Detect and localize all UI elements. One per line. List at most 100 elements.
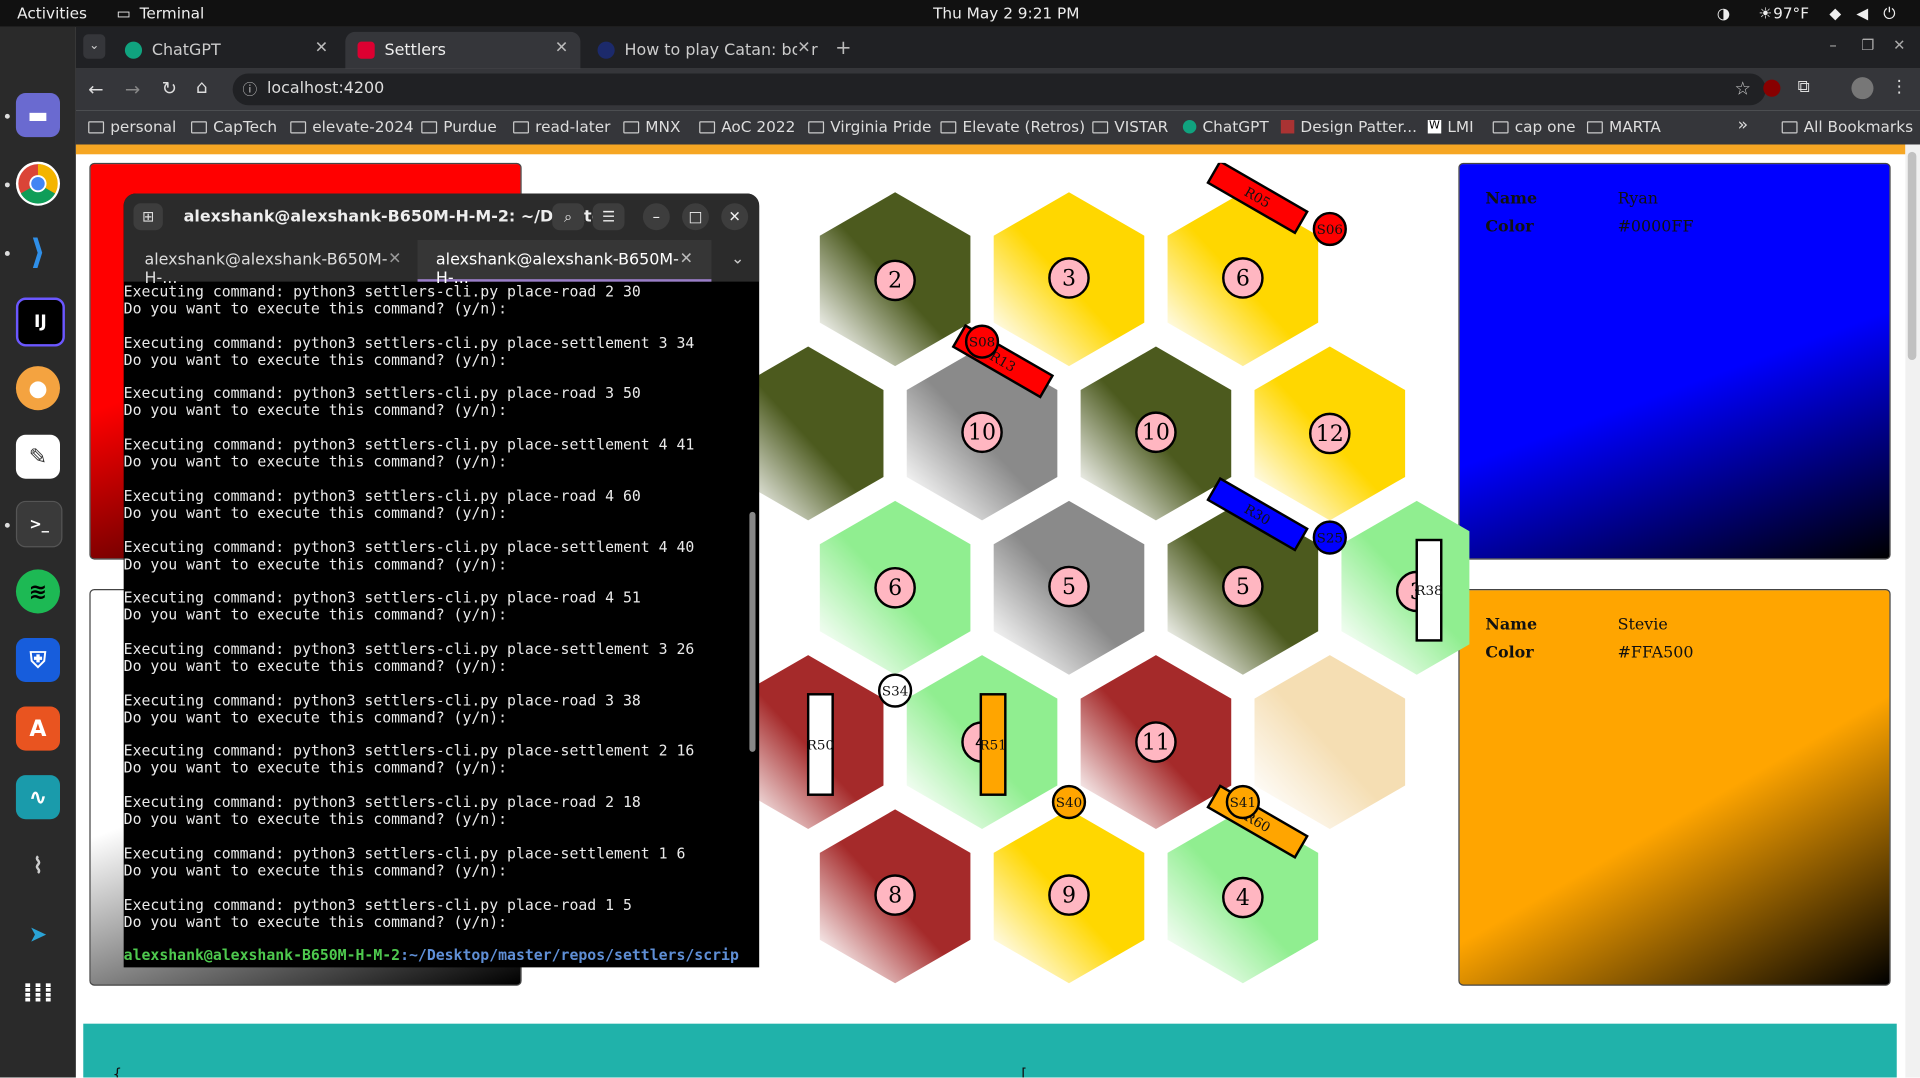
bookmark-item[interactable]: Purdue — [421, 118, 497, 136]
vscode-icon[interactable]: ⟩ — [16, 229, 60, 273]
bookmark-item[interactable]: Elevate (Retros) — [940, 118, 1085, 136]
intellij-icon[interactable]: IJ — [15, 297, 65, 347]
road[interactable]: R50 — [807, 693, 834, 796]
search-icon[interactable]: ⌕ — [552, 203, 585, 231]
number-token-label: 8 — [888, 883, 902, 908]
bookmark-star-icon[interactable]: ☆ — [1735, 77, 1751, 99]
maximize-icon[interactable]: □ — [682, 203, 709, 231]
restore-icon[interactable]: ❐ — [1861, 37, 1874, 54]
power-icon[interactable]: ⏻ — [1883, 4, 1895, 24]
tab-settlers[interactable]: Settlers ✕ — [345, 31, 581, 69]
tab-search-icon[interactable]: ⌄ — [83, 34, 106, 59]
app-center-icon[interactable]: A — [15, 706, 61, 751]
gimp-icon[interactable]: ✎ — [15, 434, 61, 479]
all-bookmarks[interactable]: All Bookmarks — [1781, 118, 1913, 136]
close-icon[interactable]: ✕ — [797, 39, 811, 58]
wifi-icon[interactable]: ◆ — [1829, 4, 1841, 22]
app-menu[interactable]: Terminal — [140, 4, 205, 22]
close-icon[interactable]: ✕ — [680, 250, 693, 268]
page-scrollbar[interactable] — [1905, 144, 1920, 1078]
bookmark-item[interactable]: Virginia Pride — [808, 118, 931, 136]
site-info-icon[interactable]: ⓘ — [242, 78, 257, 99]
close-icon[interactable]: ✕ — [315, 39, 328, 57]
back-icon[interactable]: ← — [88, 78, 103, 100]
forward-icon[interactable]: → — [125, 78, 140, 100]
spotify-icon[interactable]: ≋ — [15, 569, 61, 614]
new-tab-icon[interactable]: ⊞ — [133, 203, 163, 231]
bookmark-item[interactable]: ChatGPT — [1182, 118, 1269, 136]
monitor-icon[interactable]: ∿ — [15, 775, 61, 820]
activities-button[interactable]: Activities — [17, 4, 87, 22]
bookmarks-overflow-icon[interactable]: » — [1738, 115, 1749, 135]
terminal-tab-label: alexshank@alexshank-B650M-H-... — [435, 251, 679, 288]
terminal-scrollbar[interactable] — [749, 511, 756, 752]
minimize-icon[interactable]: – — [642, 203, 670, 231]
remmina-icon[interactable]: ➤ — [16, 912, 60, 956]
new-tab-icon[interactable]: + — [835, 36, 851, 59]
address-bar[interactable]: ⓘ localhost:4200 ☆ — [232, 73, 1766, 106]
folder-icon — [1781, 120, 1798, 133]
tab-chatgpt[interactable]: ChatGPT ✕ — [113, 32, 341, 69]
files-icon[interactable]: ▬ — [15, 93, 61, 138]
reload-icon[interactable]: ↻ — [162, 77, 177, 99]
tab-label: How to play Catan: boar — [624, 41, 818, 60]
hamburger-menu-icon[interactable]: ☰ — [592, 203, 625, 231]
volume-icon[interactable]: ◀ — [1856, 4, 1868, 22]
bookmark-item[interactable]: VISTAR — [1092, 118, 1168, 136]
road[interactable]: R38 — [1415, 538, 1443, 642]
scrollbar-thumb[interactable] — [1907, 151, 1917, 361]
name-label: Name — [1485, 615, 1538, 635]
terminal-line: Executing command: python3 settlers-cli.… — [123, 793, 641, 811]
terminal-tab-active[interactable]: alexshank@alexshank-B650M-H-... ✕ — [417, 240, 712, 288]
terminal-line: Executing command: python3 settlers-cli.… — [123, 589, 641, 607]
player-color: #0000FF — [1617, 217, 1694, 237]
terminal-dock-icon[interactable]: >_ — [15, 500, 63, 548]
clock[interactable]: Thu May 2 9:21 PM — [933, 4, 1079, 22]
profile-avatar[interactable] — [1851, 77, 1874, 100]
bookmarks-bar: personal CapTech elevate-2024 Purdue rea… — [75, 110, 1920, 146]
bookmark-item[interactable]: W LMI — [1427, 118, 1474, 136]
postman-icon[interactable]: ● — [15, 366, 61, 411]
folder-icon — [699, 120, 716, 133]
close-icon[interactable]: ✕ — [555, 39, 568, 57]
bookmark-item[interactable]: MNX — [623, 118, 680, 136]
bookmark-item[interactable]: cap one — [1492, 118, 1576, 136]
minimize-icon[interactable]: – — [1829, 37, 1836, 54]
terminal-line: Do you want to execute this command? (y/… — [123, 912, 508, 931]
terminal-line: Do you want to execute this command? (y/… — [123, 504, 508, 522]
bookmark-item[interactable]: personal — [88, 118, 176, 136]
extensions-icon[interactable]: ⧉ — [1798, 77, 1810, 97]
tab-list-icon[interactable]: ⌄ — [731, 250, 744, 268]
ublock-icon[interactable] — [1763, 79, 1781, 97]
menu-icon[interactable]: ⋮ — [1891, 77, 1908, 97]
road-label: R50 — [807, 738, 834, 753]
bookmark-item[interactable]: AoC 2022 — [699, 118, 795, 136]
bookmark-item[interactable]: read-later — [513, 118, 610, 136]
bookmark-item[interactable]: CapTech — [191, 118, 277, 136]
folder-icon — [808, 120, 825, 133]
browser-tab-strip: ⌄ ChatGPT ✕ Settlers ✕ How to play Catan… — [75, 26, 1920, 69]
close-icon[interactable]: ✕ — [388, 250, 401, 268]
player-color: #FFA500 — [1617, 644, 1694, 663]
folder-icon — [513, 120, 529, 133]
road[interactable]: R51 — [979, 693, 1007, 796]
angular-favicon — [357, 41, 375, 59]
status-icon[interactable]: ◑ — [1717, 4, 1730, 22]
weather-temp[interactable]: 97°F — [1773, 4, 1809, 22]
terminal-output[interactable]: Executing command: python3 settlers-cli.… — [124, 284, 748, 967]
system-monitor-icon[interactable]: ⌇ — [16, 844, 60, 888]
home-icon[interactable]: ⌂ — [196, 76, 208, 98]
terminal-tab[interactable]: alexshank@alexshank-B650M-H-... ✕ — [124, 240, 415, 288]
close-icon[interactable]: ✕ — [721, 203, 749, 231]
bitwarden-icon[interactable]: ⛨ — [15, 637, 61, 683]
tab-catan-guide[interactable]: How to play Catan: boar ✕ — [585, 32, 823, 69]
bookmark-item[interactable]: Design Patter... — [1280, 118, 1417, 136]
number-token-label: 10 — [1142, 421, 1170, 446]
chrome-icon[interactable] — [15, 161, 61, 206]
bookmark-item[interactable]: elevate-2024 — [290, 118, 414, 136]
app-grid-icon[interactable]: ⁞⁞⁞ — [16, 971, 60, 1015]
close-window-icon[interactable]: ✕ — [1893, 37, 1905, 54]
hex-tile[interactable] — [1254, 655, 1406, 829]
bookmark-item[interactable]: MARTA — [1586, 118, 1661, 136]
